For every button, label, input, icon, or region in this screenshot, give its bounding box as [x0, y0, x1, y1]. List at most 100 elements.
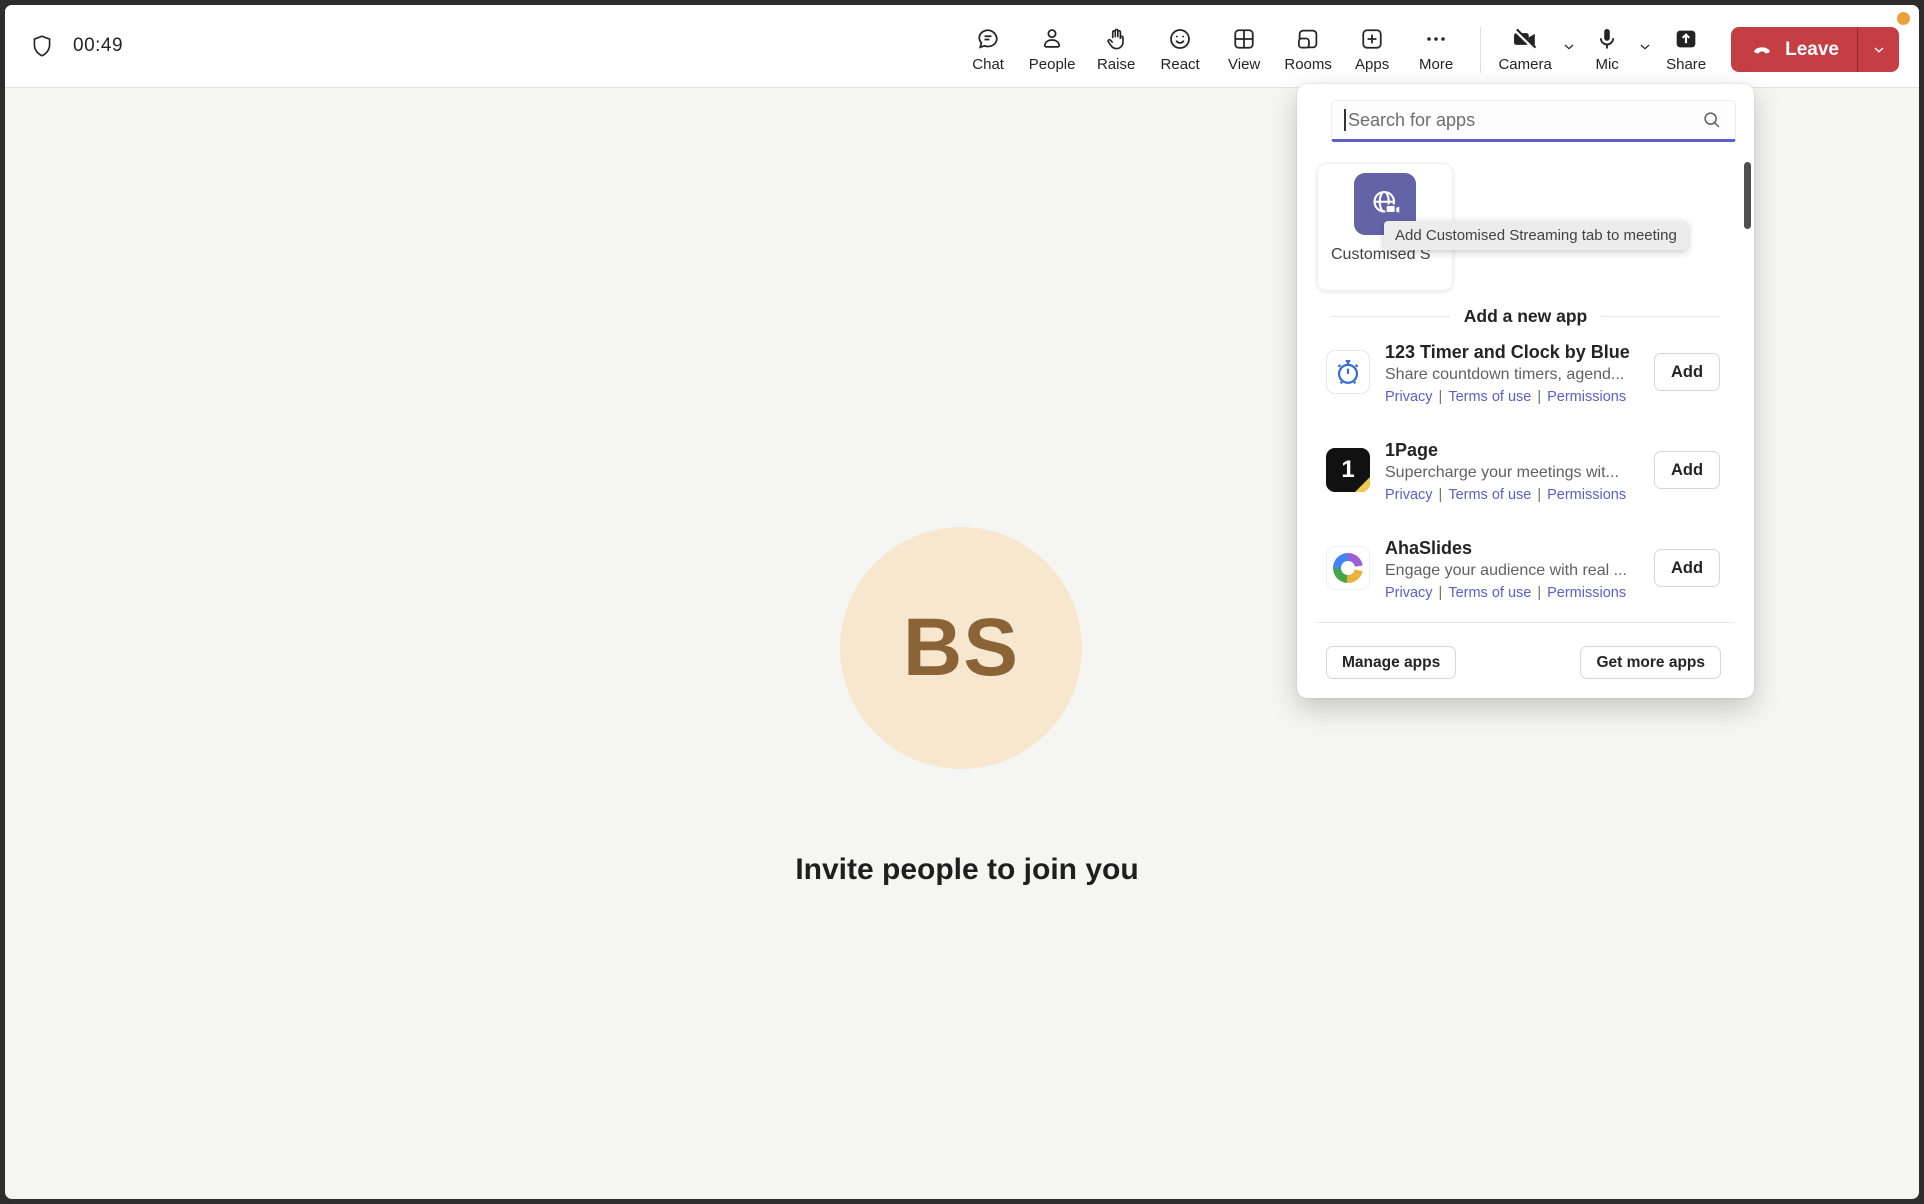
- timer-app-icon: [1326, 350, 1370, 394]
- section-title: Add a new app: [1464, 306, 1587, 327]
- chat-icon: [974, 25, 1002, 53]
- app-title: 123 Timer and Clock by Blue: [1385, 342, 1643, 363]
- toolbar-divider: [1480, 27, 1481, 73]
- panel-footer-divider: [1317, 622, 1734, 623]
- react-label: React: [1161, 56, 1200, 73]
- more-label: More: [1419, 56, 1453, 73]
- leave-button[interactable]: Leave: [1731, 27, 1857, 72]
- app-links: Privacy | Terms of use | Permissions: [1385, 389, 1643, 405]
- chat-label: Chat: [972, 56, 1004, 73]
- app-description: Share countdown timers, agend...: [1385, 366, 1643, 384]
- app-title: AhaSlides: [1385, 538, 1643, 559]
- leave-options-chevron[interactable]: [1857, 27, 1899, 72]
- hangup-icon: [1749, 39, 1775, 61]
- 1page-app-info: 1Page Supercharge your meetings wit... P…: [1385, 440, 1643, 503]
- share-screen-icon: [1672, 25, 1700, 53]
- more-button[interactable]: More: [1404, 17, 1468, 81]
- share-button[interactable]: Share: [1657, 17, 1715, 81]
- app-row-timer: 123 Timer and Clock by Blue Share countd…: [1326, 342, 1720, 405]
- raise-hand-icon: [1102, 25, 1130, 53]
- app-links: Privacy | Terms of use | Permissions: [1385, 487, 1643, 503]
- link-separator: |: [1537, 487, 1541, 503]
- share-label: Share: [1666, 56, 1706, 73]
- link-separator: |: [1537, 389, 1541, 405]
- invite-message: Invite people to join you: [5, 853, 1924, 887]
- view-label: View: [1228, 56, 1260, 73]
- apps-search-input[interactable]: Search for apps: [1331, 100, 1736, 142]
- permissions-link[interactable]: Permissions: [1547, 389, 1626, 405]
- app-links: Privacy | Terms of use | Permissions: [1385, 585, 1643, 601]
- terms-link[interactable]: Terms of use: [1448, 585, 1531, 601]
- get-more-apps-button[interactable]: Get more apps: [1580, 646, 1721, 679]
- ahaslides-app-info: AhaSlides Engage your audience with real…: [1385, 538, 1643, 601]
- camera-toggle-button[interactable]: Camera: [1493, 17, 1557, 81]
- privacy-link[interactable]: Privacy: [1385, 389, 1433, 405]
- apps-button[interactable]: Apps: [1340, 17, 1404, 81]
- apps-panel: Search for apps Customised S: [1297, 84, 1754, 698]
- manage-apps-button[interactable]: Manage apps: [1326, 646, 1456, 679]
- mic-label: Mic: [1595, 56, 1618, 73]
- app-row-1page: 1 1Page Supercharge your meetings wit...…: [1326, 440, 1720, 503]
- react-button[interactable]: React: [1148, 17, 1212, 81]
- app-description: Engage your audience with real ...: [1385, 562, 1643, 580]
- rooms-label: Rooms: [1284, 56, 1332, 73]
- text-cursor: [1344, 109, 1346, 131]
- shield-icon: [29, 33, 55, 59]
- link-separator: |: [1439, 585, 1443, 601]
- view-button[interactable]: View: [1212, 17, 1276, 81]
- camera-label: Camera: [1498, 56, 1551, 73]
- link-separator: |: [1439, 389, 1443, 405]
- add-1page-app-button[interactable]: Add: [1654, 451, 1720, 489]
- ahaslides-app-icon: [1326, 546, 1370, 590]
- recording-indicator-dot: [1897, 12, 1910, 25]
- participant-avatar: BS: [840, 527, 1082, 769]
- mic-options-chevron[interactable]: [1633, 37, 1657, 57]
- meeting-toolbar: 00:49 Chat People: [5, 5, 1919, 88]
- header-line-left: [1331, 316, 1450, 317]
- meeting-info: 00:49: [29, 33, 123, 59]
- leave-button-group: Leave: [1731, 27, 1899, 72]
- link-separator: |: [1439, 487, 1443, 503]
- privacy-link[interactable]: Privacy: [1385, 487, 1433, 503]
- panel-scrollbar[interactable]: [1744, 162, 1751, 229]
- more-dots-icon: [1422, 25, 1450, 53]
- search-placeholder: Search for apps: [1348, 110, 1701, 131]
- leave-label: Leave: [1785, 39, 1839, 61]
- header-line-right: [1601, 316, 1720, 317]
- terms-link[interactable]: Terms of use: [1448, 389, 1531, 405]
- view-grid-icon: [1230, 25, 1258, 53]
- people-label: People: [1029, 56, 1076, 73]
- toolbar-controls: Chat People Raise: [956, 11, 1899, 81]
- add-timer-app-button[interactable]: Add: [1654, 353, 1720, 391]
- permissions-link[interactable]: Permissions: [1547, 487, 1626, 503]
- pinned-app-tooltip: Add Customised Streaming tab to meeting: [1384, 221, 1688, 250]
- app-title: 1Page: [1385, 440, 1643, 461]
- mic-icon: [1593, 25, 1621, 53]
- camera-options-chevron[interactable]: [1557, 37, 1581, 57]
- raise-hand-button[interactable]: Raise: [1084, 17, 1148, 81]
- mic-control: Mic: [1581, 11, 1657, 81]
- people-icon: [1038, 25, 1066, 53]
- privacy-link[interactable]: Privacy: [1385, 585, 1433, 601]
- add-new-app-section-header: Add a new app: [1331, 306, 1720, 327]
- 1page-app-icon: 1: [1326, 448, 1370, 492]
- terms-link[interactable]: Terms of use: [1448, 487, 1531, 503]
- apps-icon: [1358, 25, 1386, 53]
- timer-app-info: 123 Timer and Clock by Blue Share countd…: [1385, 342, 1643, 405]
- meeting-timer: 00:49: [73, 35, 123, 57]
- permissions-link[interactable]: Permissions: [1547, 585, 1626, 601]
- app-description: Supercharge your meetings wit...: [1385, 464, 1643, 482]
- avatar-initials: BS: [903, 601, 1019, 695]
- react-smiley-icon: [1166, 25, 1194, 53]
- rooms-button[interactable]: Rooms: [1276, 17, 1340, 81]
- people-button[interactable]: People: [1020, 17, 1084, 81]
- meeting-window: 00:49 Chat People: [0, 0, 1924, 1204]
- link-separator: |: [1537, 585, 1541, 601]
- mic-toggle-button[interactable]: Mic: [1581, 17, 1633, 81]
- add-ahaslides-app-button[interactable]: Add: [1654, 549, 1720, 587]
- camera-control: Camera: [1493, 11, 1581, 81]
- search-icon: [1701, 109, 1723, 131]
- apps-label: Apps: [1355, 56, 1389, 73]
- chat-button[interactable]: Chat: [956, 17, 1020, 81]
- raise-hand-label: Raise: [1097, 56, 1135, 73]
